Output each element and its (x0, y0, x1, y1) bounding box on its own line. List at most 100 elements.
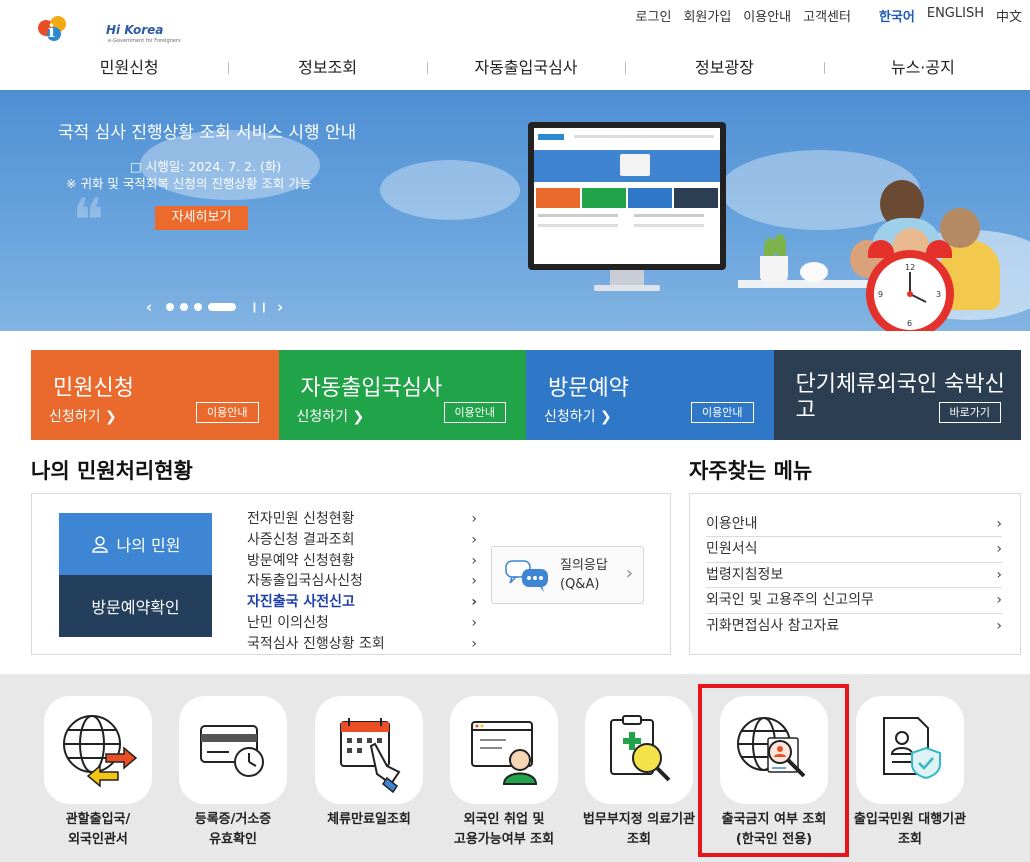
quote-mark-icon: ❝ (72, 186, 105, 256)
faq-item[interactable]: 외국인 및 고용주의 신고의무 › (706, 588, 1002, 614)
chevron-right-icon: › (996, 541, 1002, 558)
faq-item[interactable]: 귀화면접심사 참고자료 › (706, 614, 1002, 639)
svg-text:3: 3 (936, 290, 941, 299)
tile-title: 민원신청 (53, 376, 134, 401)
quick-label[interactable]: 등록증/거소증 유효확인 (163, 810, 303, 850)
quick-label[interactable]: 법무부지정 의료기관 조회 (569, 810, 709, 850)
list-item[interactable]: 국적심사 진행상황 조회 › (247, 634, 477, 655)
utility-nav: 로그인 회원가입 이용안내 고객센터 한국어 ENGLISH 中文 (636, 6, 1022, 25)
tile-guide-button[interactable]: 이용안내 (196, 402, 259, 423)
svg-text:12: 12 (905, 263, 915, 272)
list-item[interactable]: 방문예약 신청현황 › (247, 551, 477, 572)
slider-prev-button[interactable]: ‹ (146, 298, 152, 316)
quick-menu: 관할출입국/외국인관서 등록증/거소증 유효확인 체류만료일조회 외국인 취업 … (0, 674, 1030, 862)
tile-apply-link[interactable]: 신청하기 ❯ (297, 406, 365, 426)
tile-lodging-report[interactable]: 단기체류외국인 숙박신고 바로가기 (773, 350, 1021, 440)
slider-next-button[interactable]: › (277, 298, 283, 316)
faq-panel: 이용안내 › 민원서식 › 법령지침정보 › 외국인 및 고용주의 신고의무 › 귀화면… (689, 493, 1021, 655)
main-nav: 민원신청 정보조회 자동출입국심사 정보광장 뉴스·공지 (30, 52, 1022, 84)
slider-dot-active[interactable] (208, 303, 237, 311)
guide-link[interactable]: 이용안내 (743, 6, 791, 25)
chevron-right-icon: › (471, 573, 477, 590)
quick-item-employment[interactable] (450, 696, 558, 804)
list-item[interactable]: 난민 이의신청 › (247, 613, 477, 634)
quick-label[interactable]: 외국인 취업 및 고용가능여부 조회 (434, 810, 574, 850)
chevron-right-icon: › (471, 552, 477, 569)
svg-text:i: i (48, 21, 55, 42)
quick-item-agency[interactable] (856, 696, 964, 804)
nav-item-auto-immigration[interactable]: 자동출입국심사 (426, 52, 625, 84)
chevron-right-icon: › (471, 614, 477, 631)
my-petition-label: 나의 민원 (116, 536, 181, 555)
slider-dot[interactable] (166, 303, 175, 311)
banner-desc: ※ 귀화 및 국적회복 신청의 진행상황 조회 가능 (66, 176, 312, 191)
nav-item-news[interactable]: 뉴스·공지 (823, 52, 1022, 84)
quick-item-stay-expiry[interactable] (315, 696, 423, 804)
slider-dot[interactable] (194, 303, 203, 311)
logo-mark-icon: i (38, 16, 66, 42)
slider-dot[interactable] (180, 303, 189, 311)
quick-item-card-validity[interactable] (179, 696, 287, 804)
desk-shelf (738, 280, 868, 288)
service-tiles: 민원신청 신청하기 ❯ 이용안내 자동출입국심사 신청하기 ❯ 이용안내 방문예… (31, 350, 1021, 440)
main-banner: ❝ 국적 심사 진행상황 조회 서비스 시행 안내 □ 시행일: 2024. 7… (0, 90, 1030, 331)
list-item[interactable]: 사증신청 결과조회 › (247, 530, 477, 551)
lang-korean[interactable]: 한국어 (879, 6, 915, 25)
qna-button[interactable]: 질의응답 (Q&A) › (491, 546, 644, 604)
svg-text:9: 9 (878, 290, 883, 299)
list-item[interactable]: 자동출입국심사신청 › (247, 571, 477, 592)
tile-apply-link[interactable]: 신청하기 ❯ (544, 406, 612, 426)
quick-label[interactable]: 출입국민원 대행기관 조회 (840, 810, 980, 850)
banner-detail-button[interactable]: 자세히보기 (155, 206, 248, 230)
quick-label[interactable]: 관할출입국/외국인관서 (28, 810, 168, 850)
plant-pot (760, 256, 788, 282)
slider-pause-button[interactable]: ❙❙ (250, 302, 269, 313)
tile-title: 방문예약 (548, 376, 629, 401)
my-petition-button[interactable]: 나의 민원 (59, 513, 212, 575)
tile-auto-immigration[interactable]: 자동출입국심사 신청하기 ❯ 이용안내 (278, 350, 526, 440)
list-item-highlighted[interactable]: 자진출국 사전신고 › (247, 592, 477, 613)
nav-item-info-plaza[interactable]: 정보광장 (625, 52, 823, 84)
chevron-right-icon: › (471, 594, 477, 611)
chevron-right-icon: › (471, 531, 477, 548)
my-status-list: 전자민원 신청현황 › 사증신청 결과조회 › 방문예약 신청현황 › 자동출입국심사… (247, 509, 477, 655)
card-clock-icon (200, 725, 264, 777)
lang-chinese[interactable]: 中文 (996, 6, 1022, 25)
signup-link[interactable]: 회원가입 (683, 6, 731, 25)
nav-item-civil-petition[interactable]: 민원신청 (30, 52, 228, 84)
faq-item[interactable]: 민원서식 › (706, 537, 1002, 563)
chevron-right-icon: › (625, 563, 633, 584)
my-status-title: 나의 민원처리현황 (31, 459, 193, 483)
tile-goto-button[interactable]: 바로가기 (938, 402, 1001, 423)
nav-item-info-lookup[interactable]: 정보조회 (228, 52, 426, 84)
toy-figure (800, 262, 828, 282)
tile-guide-button[interactable]: 이용안내 (691, 402, 754, 423)
plant-leaf (774, 234, 786, 256)
tile-civil-petition[interactable]: 민원신청 신청하기 ❯ 이용안내 (31, 350, 279, 440)
visit-check-button[interactable]: 방문예약확인 (59, 575, 212, 637)
quick-item-jurisdiction[interactable] (44, 696, 152, 804)
site-header: i Hi Korea e-Government for Foreigners 로… (0, 0, 1030, 90)
hikorea-logo[interactable]: i Hi Korea e-Government for Foreigners (36, 10, 181, 46)
chevron-right-icon: › (996, 592, 1002, 609)
faq-item[interactable]: 이용안내 › (706, 512, 1002, 538)
cloud-decoration (380, 160, 520, 220)
list-item[interactable]: 전자민원 신청현황 › (247, 509, 477, 530)
tile-title: 자동출입국심사 (300, 376, 443, 401)
worker-screen-icon (471, 721, 538, 785)
chevron-right-icon: › (471, 635, 477, 652)
tile-visit-reservation[interactable]: 방문예약 신청하기 ❯ 이용안내 (526, 350, 774, 440)
quick-label[interactable]: 체류만료일조회 (299, 810, 439, 830)
tile-apply-link[interactable]: 신청하기 ❯ (49, 406, 117, 426)
lang-english[interactable]: ENGLISH (927, 6, 984, 25)
customer-center-link[interactable]: 고객센터 (803, 6, 851, 25)
faq-item[interactable]: 법령지침정보 › (706, 563, 1002, 589)
chevron-right-icon: › (996, 516, 1002, 532)
banner-title: 국적 심사 진행상황 조회 서비스 시행 안내 (58, 123, 357, 143)
quick-item-medical[interactable] (585, 696, 693, 804)
login-link[interactable]: 로그인 (636, 6, 672, 25)
logo-text: Hi Korea (106, 23, 164, 37)
faq-list: 이용안내 › 민원서식 › 법령지침정보 › 외국인 및 고용주의 신고의무 › 귀화면… (706, 512, 1002, 639)
qna-label: 질의응답 (Q&A) (560, 558, 608, 592)
tile-guide-button[interactable]: 이용안내 (443, 402, 506, 423)
